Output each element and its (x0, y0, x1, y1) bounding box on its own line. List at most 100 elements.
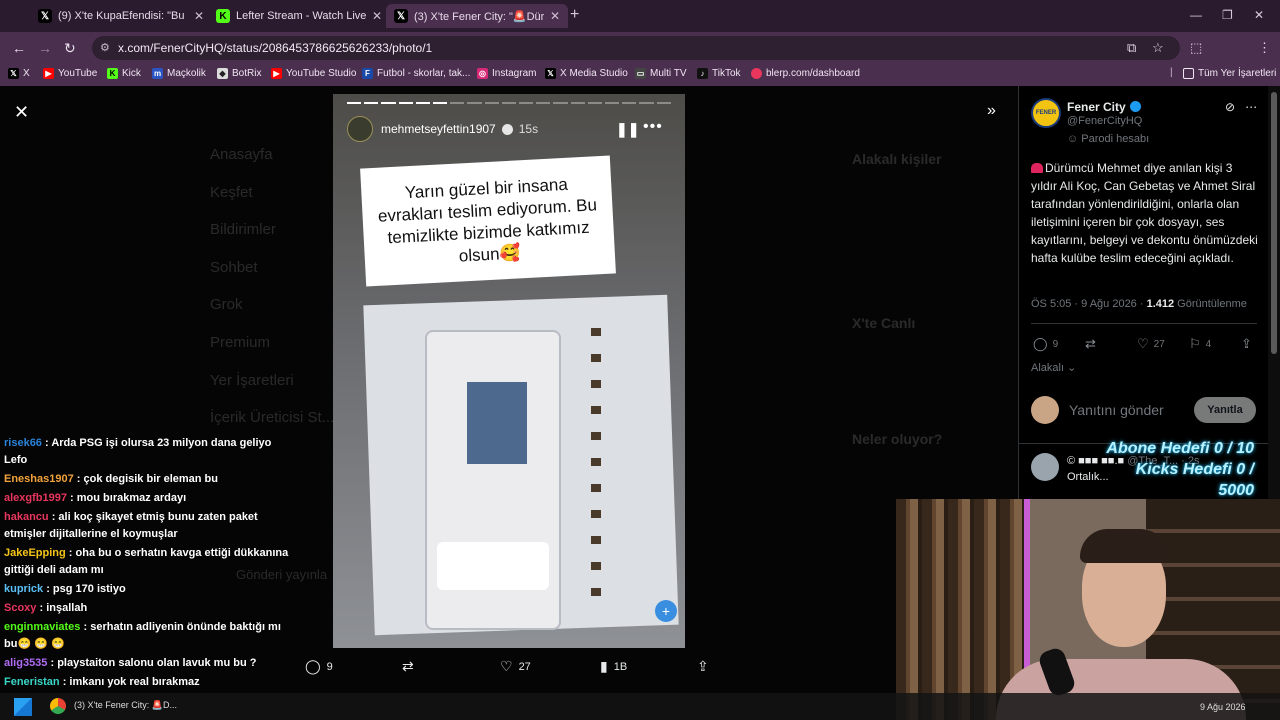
forward-icon[interactable]: → (38, 40, 52, 56)
retweet-button[interactable]: ⇄ (402, 658, 420, 675)
all-bookmarks[interactable]: Tüm Yer İşaretleri (1183, 68, 1276, 79)
bookmark-blerp[interactable]: blerp.com/dashboard (751, 68, 860, 79)
bookmark-youtube[interactable]: ▶ YouTube (43, 68, 97, 79)
bookmark-futbol[interactable]: F Futbol - skorlar, tak... (362, 68, 470, 79)
story-progress-segment (381, 102, 396, 104)
bg-nav-item: Bildirimler (210, 221, 276, 238)
story-header: mehmetseyfettin1907 15s (347, 116, 538, 142)
back-icon[interactable]: ← (12, 40, 26, 56)
sort-replies-dropdown[interactable]: Alakalı ⌄ (1031, 361, 1076, 374)
bookmark-mackolik[interactable]: m Maçkolik (152, 68, 206, 79)
views-count: 1.412 (1146, 298, 1175, 310)
retweet-button[interactable]: ⇄ (1085, 336, 1101, 352)
restore-icon[interactable]: ❐ (1222, 8, 1233, 22)
tweet-text: Dürümcü Mehmet diye anılan kişi 3 yıldır… (1031, 161, 1258, 265)
share-icon: ⇪ (1241, 336, 1252, 351)
story-caption: Yarın güzel bir insana evrakları teslim … (360, 155, 616, 287)
reply-button[interactable]: ◯ 9 (305, 658, 333, 675)
tab-lefter-stream[interactable]: K Lefter Stream - Watch Live on Kick ✕ (208, 4, 390, 28)
botrix-icon: ◆ (217, 68, 228, 79)
install-app-icon[interactable]: ⧉ (1127, 40, 1136, 56)
bg-trending-title: Neler oluyor? (852, 431, 943, 447)
tab-bar: 𝕏 (9) X'te KupaEfendisi: "Bu sezon... ✕ … (0, 0, 1280, 32)
chevron-down-icon: ⌄ (1064, 362, 1077, 374)
bookmark-kick[interactable]: K Kick (107, 68, 141, 79)
chrome-taskbar-icon[interactable] (50, 698, 66, 714)
chat-username: Scoxy (4, 602, 37, 614)
new-tab-button[interactable]: + (570, 6, 579, 24)
bar-chart-icon: ▮ (600, 658, 608, 674)
bg-nav-item: Anasayfa (210, 146, 273, 163)
story-progress-segment (570, 102, 585, 104)
close-tab-icon[interactable]: ✕ (372, 9, 382, 23)
tab-kupaefendisi[interactable]: 𝕏 (9) X'te KupaEfendisi: "Bu sezon... ✕ (30, 4, 212, 28)
bookmark-label: Kick (122, 68, 141, 79)
reply-input[interactable]: Yanıtını gönder (1069, 402, 1164, 418)
close-viewer-icon[interactable]: ✕ (14, 102, 29, 123)
reply-submit-button[interactable]: Yanıtla (1194, 397, 1256, 423)
kicks-goal: Kicks Hedefi 0 / 5000 (1135, 461, 1254, 499)
webcam-overlay (896, 499, 1280, 720)
author-avatar[interactable]: FENER (1031, 98, 1061, 128)
bookmark-label: YouTube Studio (286, 68, 357, 79)
scrollbar-thumb[interactable] (1271, 92, 1277, 354)
reply-button[interactable]: ◯ 9 (1033, 336, 1058, 352)
author-name[interactable]: Fener City (1067, 100, 1141, 114)
bookmark-x[interactable]: 𝕏X (8, 68, 30, 79)
bookmark-youtube-studio[interactable]: ▶ YouTube Studio (271, 68, 356, 79)
story-progress-segment (347, 102, 362, 104)
chat-message: alexgfb1997 : mou bırakmaz ardayı (4, 492, 187, 504)
bookmark-button[interactable]: ⚐ 4 (1189, 336, 1211, 352)
author-handle[interactable]: @FenerCityHQ (1067, 115, 1142, 127)
extensions-icon[interactable]: ⬚ (1190, 40, 1202, 56)
like-button[interactable]: ♡ 27 (1137, 336, 1165, 352)
bg-nav-item: Sohbet (210, 259, 258, 276)
chat-username: alexgfb1997 (4, 492, 67, 504)
tab-title: (3) X'te Fener City: "🚨Dürümcü... (414, 10, 544, 23)
retweet-icon: ⇄ (1085, 336, 1096, 351)
heart-icon: ♡ (1137, 336, 1149, 351)
share-button[interactable]: ⇪ (697, 658, 715, 675)
menu-icon[interactable]: ⋮ (1258, 40, 1271, 56)
bookmark-x-media-studio[interactable]: 𝕏 X Media Studio (545, 68, 628, 79)
mackolik-icon: m (152, 68, 163, 79)
chat-username: alig3535 (4, 657, 48, 669)
windows-start-icon[interactable] (14, 698, 32, 716)
add-icon: + (655, 600, 677, 622)
divider (1031, 323, 1257, 324)
bookmark-label: Instagram (492, 68, 537, 79)
share-button[interactable]: ⇪ (1241, 336, 1257, 352)
flashscore-icon: F (362, 68, 373, 79)
instagram-icon: ◎ (477, 68, 488, 79)
address-bar[interactable]: ⚙ x.com/FenerCityHQ/status/2086453786625… (92, 36, 1180, 60)
bookmark-label: TikTok (712, 68, 741, 79)
story-username: mehmetseyfettin1907 (381, 122, 496, 136)
like-button[interactable]: ♡ 27 (500, 658, 531, 675)
chat-message-image (437, 542, 549, 590)
bookmark-botrix[interactable]: ◆ BotRix (217, 68, 261, 79)
close-tab-icon[interactable]: ✕ (194, 9, 204, 23)
bookmark-instagram[interactable]: ◎ Instagram (477, 68, 536, 79)
bookmark-label: BotRix (232, 68, 262, 79)
close-tab-icon[interactable]: ✕ (550, 9, 560, 23)
views-button[interactable]: ▮ 1B (600, 658, 627, 675)
collapse-panel-icon[interactable]: » (987, 102, 996, 120)
more-icon[interactable]: ••• (643, 118, 663, 136)
bookmark-tiktok[interactable]: ♪ TikTok (697, 68, 741, 79)
grok-icon[interactable]: ⊘ (1225, 100, 1235, 114)
reply-count: 9 (326, 660, 333, 673)
reload-icon[interactable]: ↻ (64, 40, 76, 57)
tab-title: (9) X'te KupaEfendisi: "Bu sezon... (58, 10, 188, 22)
taskbar-window-title[interactable]: (3) X'te Fener City: 🚨D... (74, 700, 177, 711)
pause-icon[interactable]: ❚❚ (616, 121, 639, 138)
close-window-icon[interactable]: ✕ (1254, 8, 1264, 22)
tab-fener-city[interactable]: 𝕏 (3) X'te Fener City: "🚨Dürümcü... ✕ (386, 4, 569, 28)
kick-icon: K (107, 68, 118, 79)
youtube-icon: ▶ (271, 68, 282, 79)
minimize-icon[interactable]: — (1190, 8, 1202, 22)
bookmark-star-icon[interactable]: ☆ (1152, 40, 1164, 56)
more-icon[interactable]: ⋯ (1245, 100, 1257, 114)
bookmark-multi-tv[interactable]: ▭ Multi TV (635, 68, 687, 79)
taskbar: (3) X'te Fener City: 🚨D... 9 Ağu 2026 (0, 693, 1280, 720)
site-info-icon[interactable]: ⚙ (100, 36, 110, 60)
